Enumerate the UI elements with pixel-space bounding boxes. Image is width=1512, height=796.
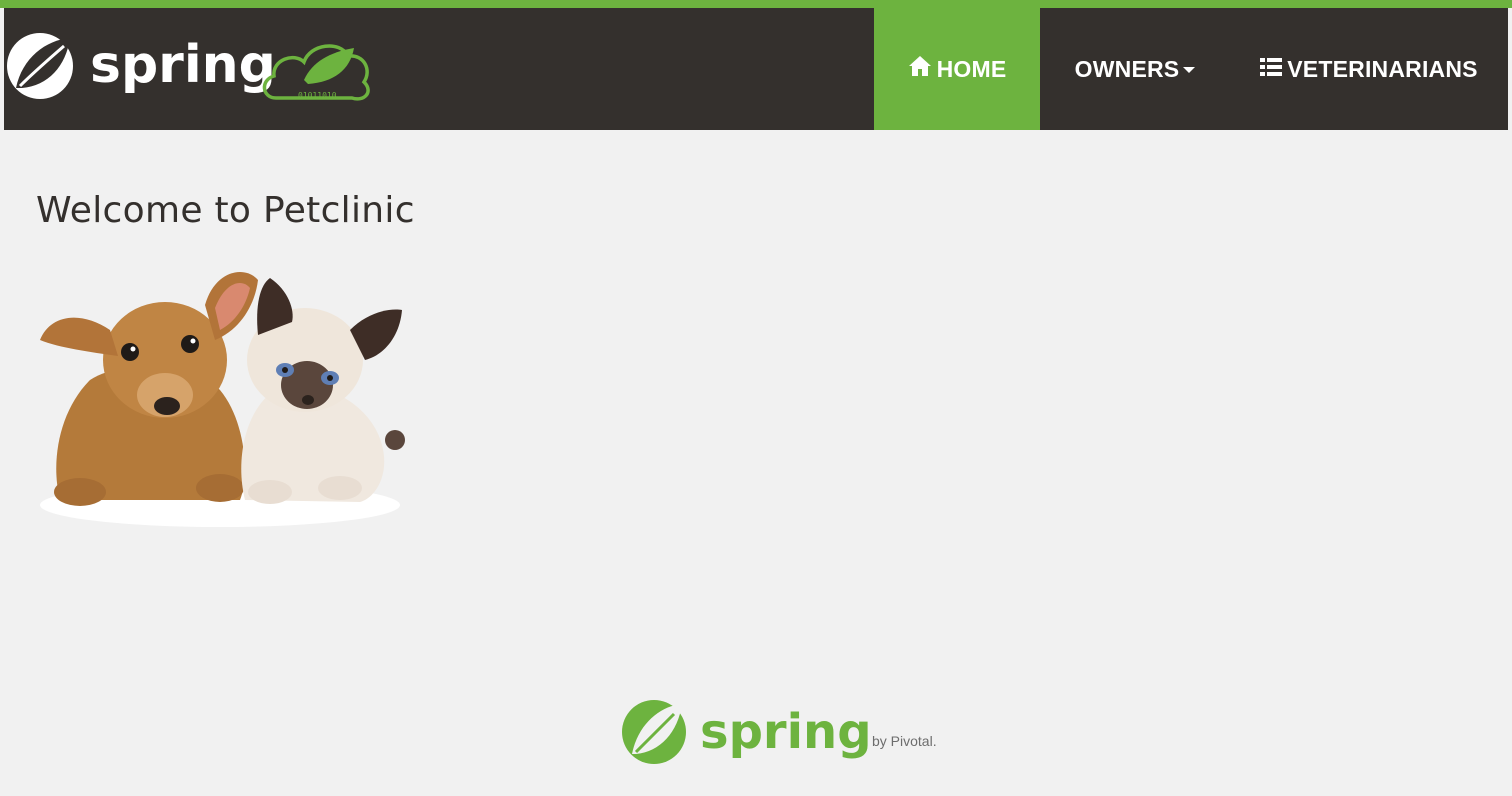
footer-spring-logo: spring by Pivotal. bbox=[618, 694, 948, 774]
top-accent-line bbox=[0, 0, 1512, 8]
nav-veterinarians[interactable]: VETERINARIANS bbox=[1230, 8, 1508, 130]
spring-logo-link[interactable]: spring 01011010 bbox=[4, 26, 384, 106]
nav-owners-dropdown[interactable]: OWNERS bbox=[1040, 8, 1230, 130]
svg-text:spring: spring bbox=[90, 35, 276, 95]
svg-text:01011010: 01011010 bbox=[298, 91, 337, 100]
nav-owners-label: OWNERS bbox=[1074, 55, 1180, 82]
navbar: spring 01011010 HOME OWNERS VETERINARIAN… bbox=[4, 8, 1508, 130]
spring-logo: spring 01011010 bbox=[7, 33, 370, 101]
nav-home-label: HOME bbox=[936, 55, 1007, 82]
pets-image bbox=[30, 260, 410, 535]
nav-veterinarians-label: VETERINARIANS bbox=[1287, 55, 1478, 82]
list-icon bbox=[1260, 56, 1283, 83]
caret-down-icon bbox=[1183, 67, 1196, 73]
svg-text:spring: spring bbox=[700, 704, 872, 760]
page-title: Welcome to Petclinic bbox=[36, 190, 415, 231]
nav-home[interactable]: HOME bbox=[874, 8, 1040, 130]
home-icon bbox=[908, 55, 932, 83]
svg-text:by Pivotal.: by Pivotal. bbox=[872, 733, 937, 749]
